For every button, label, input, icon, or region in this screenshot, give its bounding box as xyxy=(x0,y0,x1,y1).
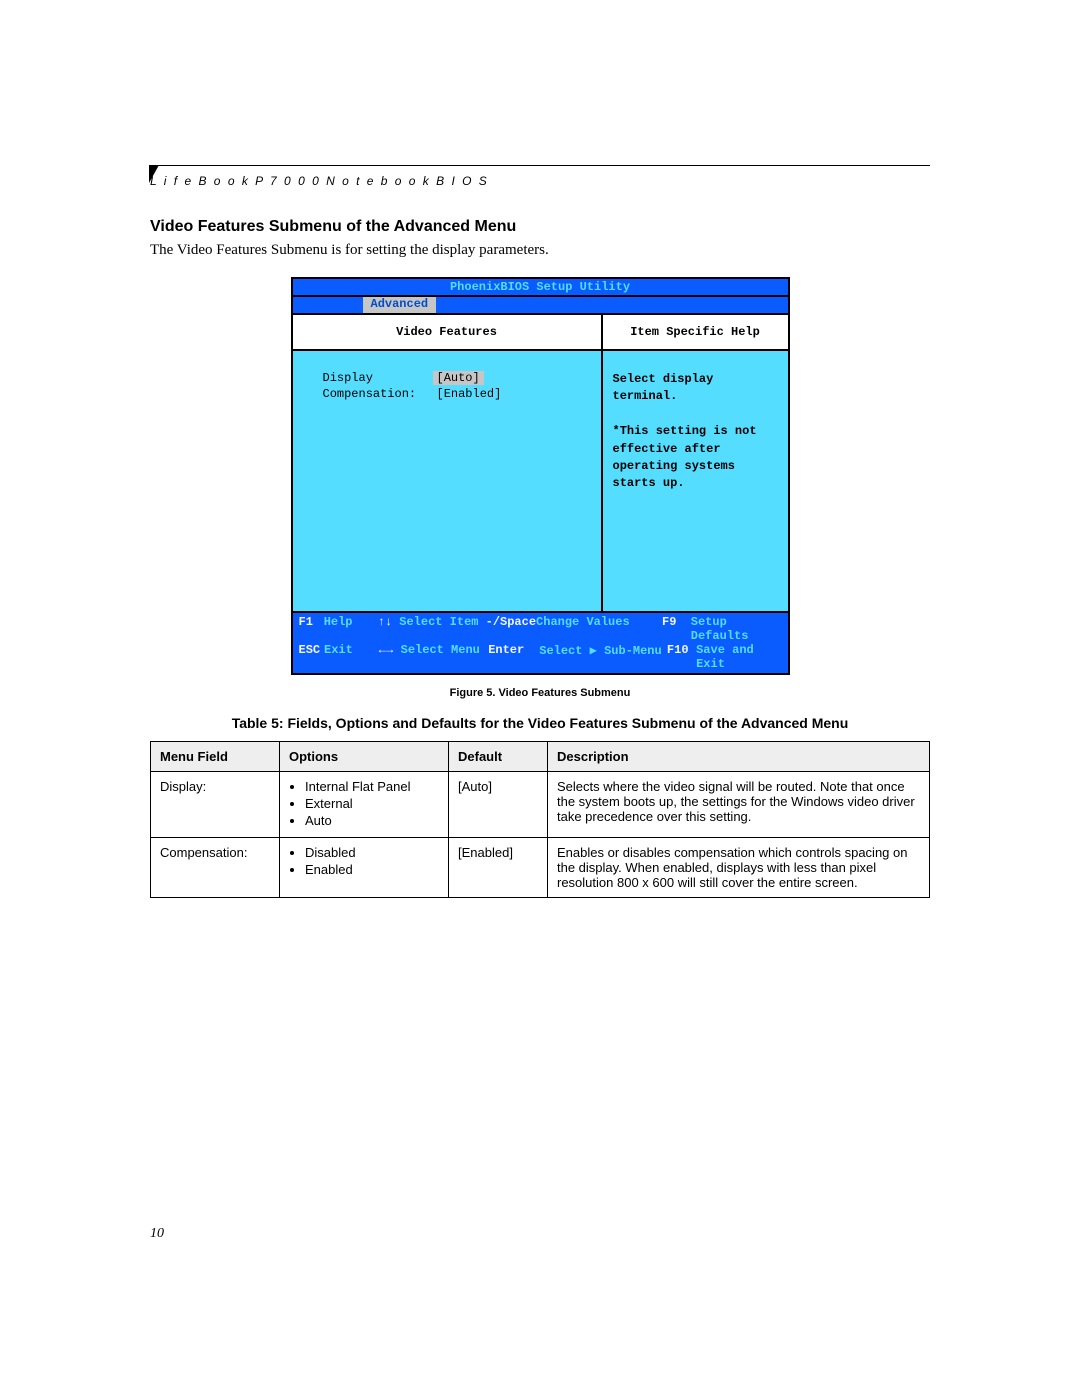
key-f10: F10 xyxy=(667,643,696,671)
key-minus-space: -/Space xyxy=(486,615,536,643)
key-label: Change Values xyxy=(536,615,662,643)
cell-description: Selects where the video signal will be r… xyxy=(548,772,930,838)
tab-advanced[interactable]: Advanced xyxy=(363,297,437,313)
arrows-vertical-icon: ↑↓ xyxy=(378,615,400,643)
header-rule xyxy=(150,165,930,166)
table-header-row: Menu Field Options Default Description xyxy=(151,742,930,772)
setting-display[interactable]: Display [Auto] xyxy=(323,371,601,385)
header-mark-icon xyxy=(149,165,159,183)
cell-field: Compensation: xyxy=(151,838,280,898)
col-options: Options xyxy=(280,742,449,772)
table-row: Compensation: Disabled Enabled [Enabled]… xyxy=(151,838,930,898)
key-f1: F1 xyxy=(299,615,324,643)
table-row: Display: Internal Flat Panel External Au… xyxy=(151,772,930,838)
cell-default: [Enabled] xyxy=(449,838,548,898)
bios-title: PhoenixBIOS Setup Utility xyxy=(293,279,788,297)
cell-options: Disabled Enabled xyxy=(280,838,449,898)
figure-caption: Figure 5. Video Features Submenu xyxy=(150,687,930,699)
setting-label: Display xyxy=(323,371,433,385)
col-description: Description xyxy=(548,742,930,772)
help-text: Select display terminal. xyxy=(613,371,778,406)
setting-value-selected[interactable]: [Auto] xyxy=(433,371,484,385)
key-f9: F9 xyxy=(662,615,691,643)
key-esc: ESC xyxy=(299,643,325,671)
arrows-horizontal-icon: ←→ xyxy=(379,643,401,671)
table-title: Table 5: Fields, Options and Defaults fo… xyxy=(150,715,930,731)
key-label: Select Menu xyxy=(401,643,489,671)
setting-value[interactable]: [Enabled] xyxy=(433,387,506,401)
key-label: Help xyxy=(324,615,378,643)
bios-screen: PhoenixBIOS Setup Utility Advanced Video… xyxy=(291,277,790,675)
bios-left-header: Video Features xyxy=(293,315,601,351)
setting-label: Compensation: xyxy=(323,387,433,401)
option-item: Enabled xyxy=(305,862,439,877)
section-intro: The Video Features Submenu is for settin… xyxy=(150,242,930,259)
cell-description: Enables or disables compensation which c… xyxy=(548,838,930,898)
key-enter: Enter xyxy=(488,643,539,671)
option-item: Auto xyxy=(305,813,439,828)
key-label: Setup Defaults xyxy=(691,615,782,643)
bios-help-panel: Item Specific Help Select display termin… xyxy=(603,315,788,611)
cell-default: [Auto] xyxy=(449,772,548,838)
setting-compensation[interactable]: Compensation: [Enabled] xyxy=(323,387,601,401)
bios-tab-bar: Advanced xyxy=(293,297,788,315)
key-label: Save and Exit xyxy=(696,643,781,671)
col-default: Default xyxy=(449,742,548,772)
key-label: Exit xyxy=(324,643,379,671)
cell-options: Internal Flat Panel External Auto xyxy=(280,772,449,838)
bios-left-panel: Video Features Display [Auto] Compensati… xyxy=(293,315,603,611)
key-label: Select ▶ Sub-Menu xyxy=(539,643,667,671)
bios-help-header: Item Specific Help xyxy=(603,315,788,351)
col-menu-field: Menu Field xyxy=(151,742,280,772)
cell-field: Display: xyxy=(151,772,280,838)
option-item: Disabled xyxy=(305,845,439,860)
running-header: L i f e B o o k P 7 0 0 0 N o t e b o o … xyxy=(150,174,930,188)
section-heading: Video Features Submenu of the Advanced M… xyxy=(150,218,930,236)
key-label: Select Item xyxy=(399,615,485,643)
document-page: L i f e B o o k P 7 0 0 0 N o t e b o o … xyxy=(0,0,1080,1397)
help-text: *This setting is not effective after ope… xyxy=(613,423,778,493)
option-item: External xyxy=(305,796,439,811)
option-item: Internal Flat Panel xyxy=(305,779,439,794)
page-number: 10 xyxy=(150,1226,164,1242)
bios-footer: F1 Help ↑↓ Select Item -/Space Change Va… xyxy=(293,611,788,673)
fields-table: Menu Field Options Default Description D… xyxy=(150,741,930,898)
